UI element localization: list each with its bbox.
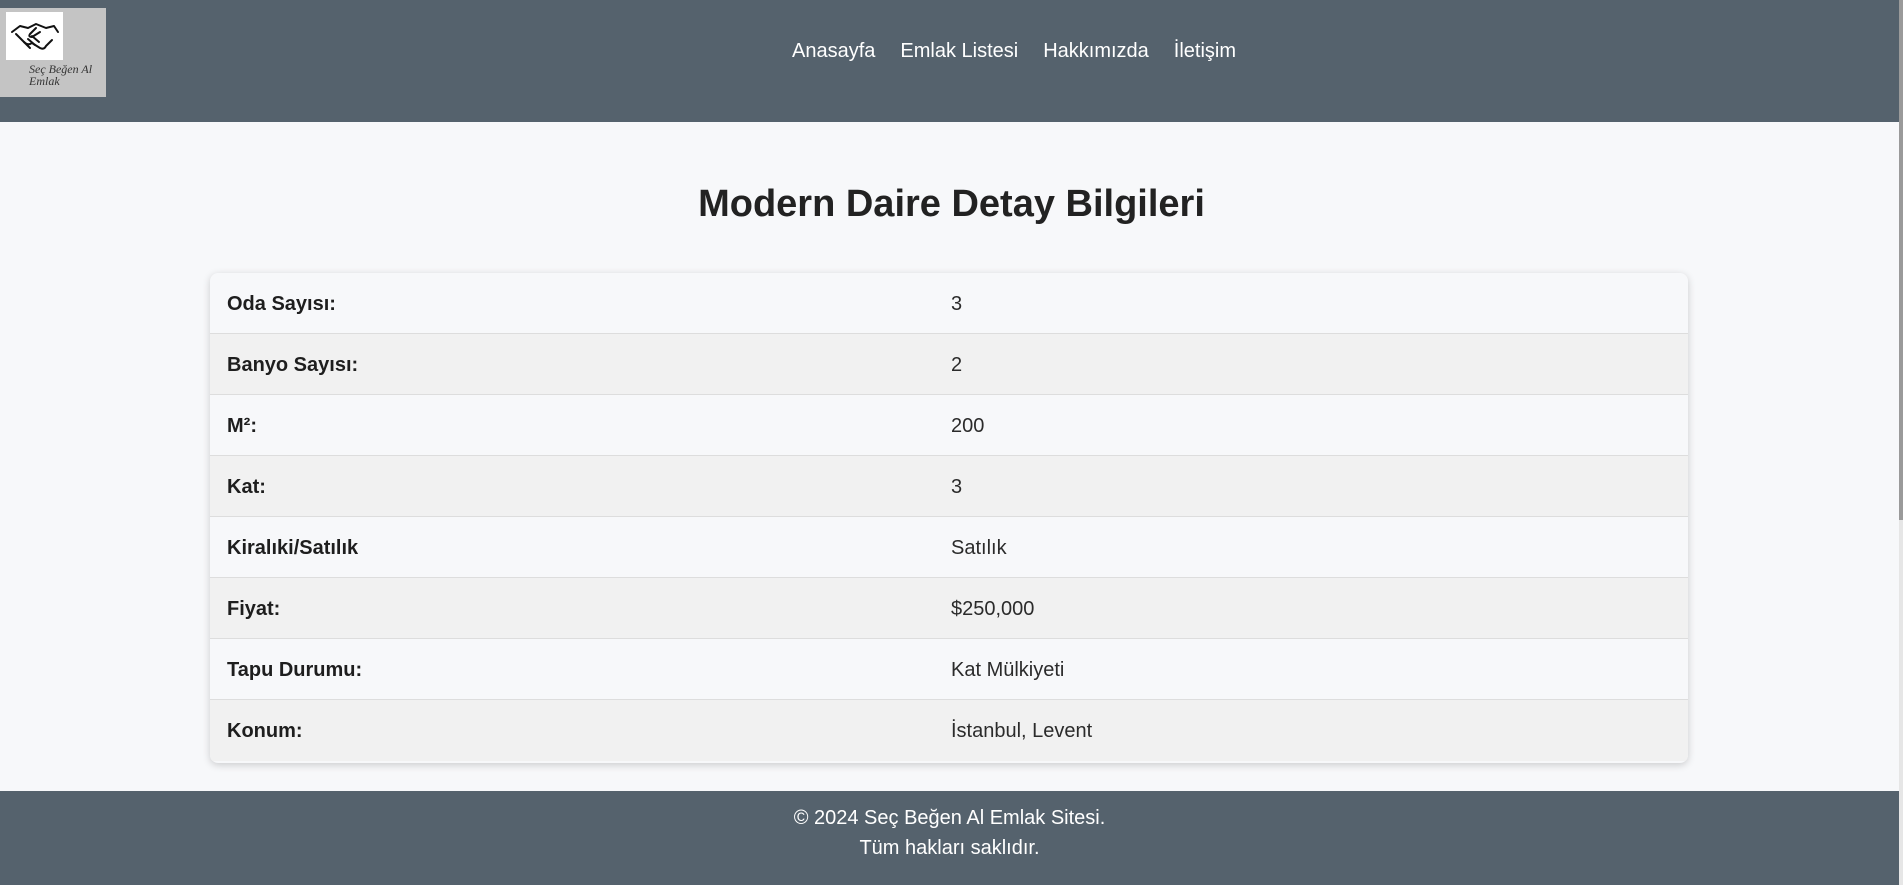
main-nav: Anasayfa Emlak Listesi Hakkımızda İletiş…: [792, 40, 1236, 63]
detail-row-location: Konum: İstanbul, Levent: [210, 700, 1688, 761]
nav-contact-link[interactable]: İletişim: [1174, 40, 1236, 63]
nav-home-link[interactable]: Anasayfa: [792, 40, 875, 63]
detail-value: İstanbul, Levent: [951, 720, 1093, 742]
footer-rights: Tüm hakları saklıdır.: [859, 837, 1040, 859]
detail-value: Satılık: [951, 537, 1007, 559]
detail-label: Tapu Durumu:: [227, 659, 363, 681]
page-scrollbar[interactable]: [1899, 0, 1903, 885]
nav-listings-link[interactable]: Emlak Listesi: [900, 40, 1018, 63]
detail-row-area: M²: 200: [210, 395, 1688, 456]
detail-row-floor: Kat: 3: [210, 456, 1688, 517]
detail-row-title-deed: Tapu Durumu: Kat Mülkiyeti: [210, 639, 1688, 700]
nav-about-link[interactable]: Hakkımızda: [1043, 40, 1149, 63]
detail-label: Konum:: [227, 720, 303, 742]
detail-value: 3: [951, 293, 963, 315]
detail-label: M²:: [227, 415, 257, 437]
detail-row-bathrooms: Banyo Sayısı: 2: [210, 334, 1688, 395]
detail-value: $250,000: [951, 598, 1035, 620]
scrollbar-thumb[interactable]: [1899, 0, 1903, 520]
detail-label: Banyo Sayısı:: [227, 354, 359, 376]
logo-text: Seç Beğen Al Emlak: [29, 62, 93, 88]
detail-value: 2: [951, 354, 963, 376]
detail-row-price: Fiyat: $250,000: [210, 578, 1688, 639]
site-footer: © 2024 Seç Beğen Al Emlak Sitesi. Tüm ha…: [0, 791, 1899, 885]
property-details-table: Oda Sayısı: 3 Banyo Sayısı: 2 M²: 200 Ka…: [210, 273, 1688, 763]
detail-row-rooms: Oda Sayısı: 3: [210, 273, 1688, 334]
handshake-icon: [6, 12, 63, 60]
detail-value: Kat Mülkiyeti: [951, 659, 1065, 681]
detail-label: Fiyat:: [227, 598, 281, 620]
detail-label: Kat:: [227, 476, 266, 498]
detail-label: Kiralıki/Satılık: [227, 537, 359, 559]
detail-label: Oda Sayısı:: [227, 293, 336, 315]
detail-row-rent-sale: Kiralıki/Satılık Satılık: [210, 517, 1688, 578]
detail-value: 3: [951, 476, 963, 498]
footer-copyright: © 2024 Seç Beğen Al Emlak Sitesi.: [793, 807, 1106, 829]
page-title: Modern Daire Detay Bilgileri: [698, 183, 1205, 225]
site-header: Seç Beğen Al Emlak Anasayfa Emlak Listes…: [0, 0, 1899, 122]
detail-value: 200: [951, 415, 985, 437]
site-logo[interactable]: Seç Beğen Al Emlak: [0, 8, 106, 97]
